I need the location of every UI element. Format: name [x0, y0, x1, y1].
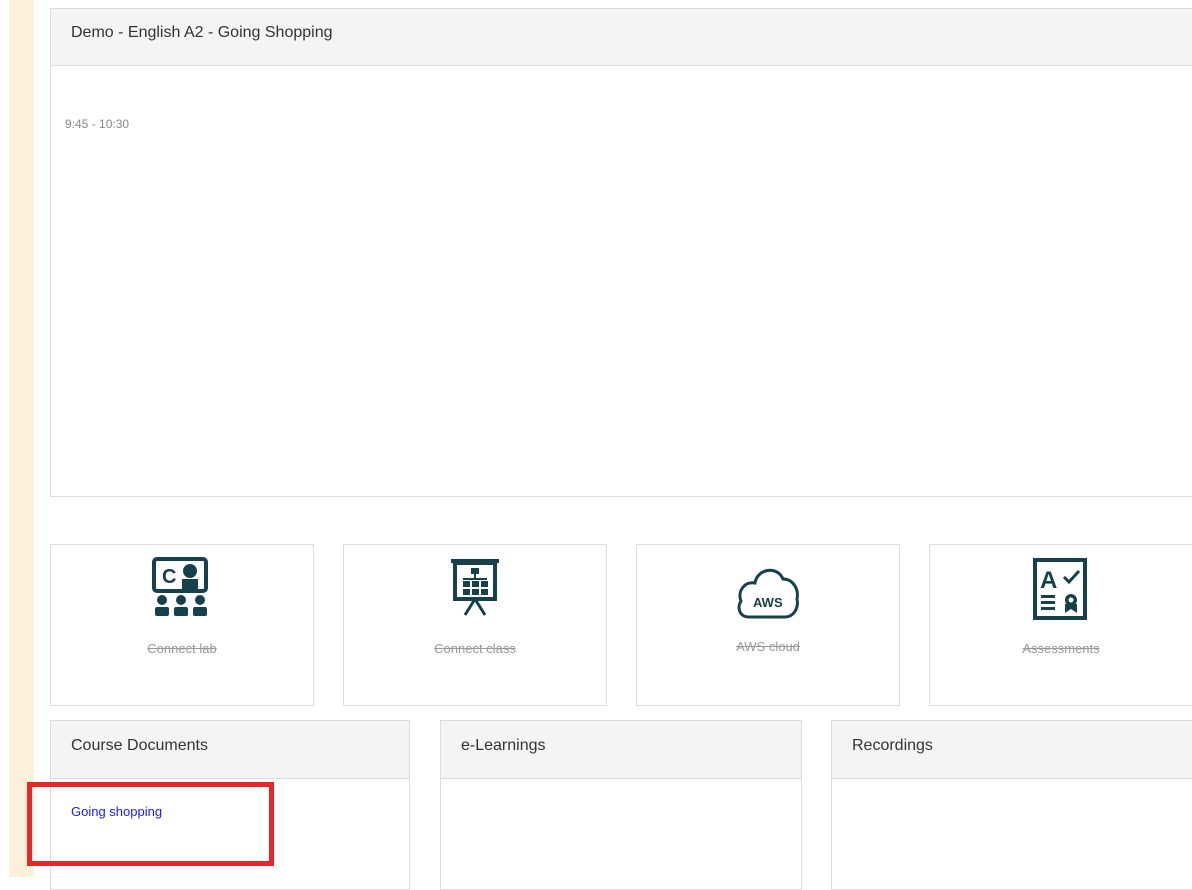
aws-cloud-icon: AWS [735, 557, 801, 628]
recordings-panel: Recordings [831, 720, 1192, 890]
course-documents-title: Course Documents [51, 721, 409, 779]
svg-text:C: C [162, 566, 176, 588]
svg-text:AWS: AWS [753, 595, 783, 610]
connect-lab-card[interactable]: C Connect lab [50, 544, 314, 706]
assessment-certificate-icon: A [1031, 557, 1091, 626]
side-strip [9, 0, 34, 877]
connect-class-card[interactable]: Connect class [343, 544, 607, 706]
assessments-card[interactable]: A Assessments [929, 544, 1192, 706]
aws-cloud-card[interactable]: AWS AWS cloud [636, 544, 900, 706]
connect-lab-icon: C [152, 557, 212, 626]
recordings-title: Recordings [832, 721, 1192, 779]
svg-text:A: A [1040, 567, 1057, 594]
session-time: 9:45 - 10:30 [65, 117, 130, 131]
connect-lab-label: Connect lab [147, 641, 217, 656]
course-session-panel: Demo - English A2 - Going Shopping 9:45 … [50, 8, 1192, 497]
connect-class-label: Connect class [434, 641, 516, 656]
course-title: Demo - English A2 - Going Shopping [51, 9, 1192, 66]
aws-cloud-label: AWS cloud [736, 639, 800, 654]
elearnings-title: e-Learnings [441, 721, 801, 779]
elearnings-panel: e-Learnings [440, 720, 802, 890]
assessments-label: Assessments [1022, 641, 1100, 656]
highlight-box [27, 782, 274, 866]
presentation-board-icon [447, 557, 503, 626]
